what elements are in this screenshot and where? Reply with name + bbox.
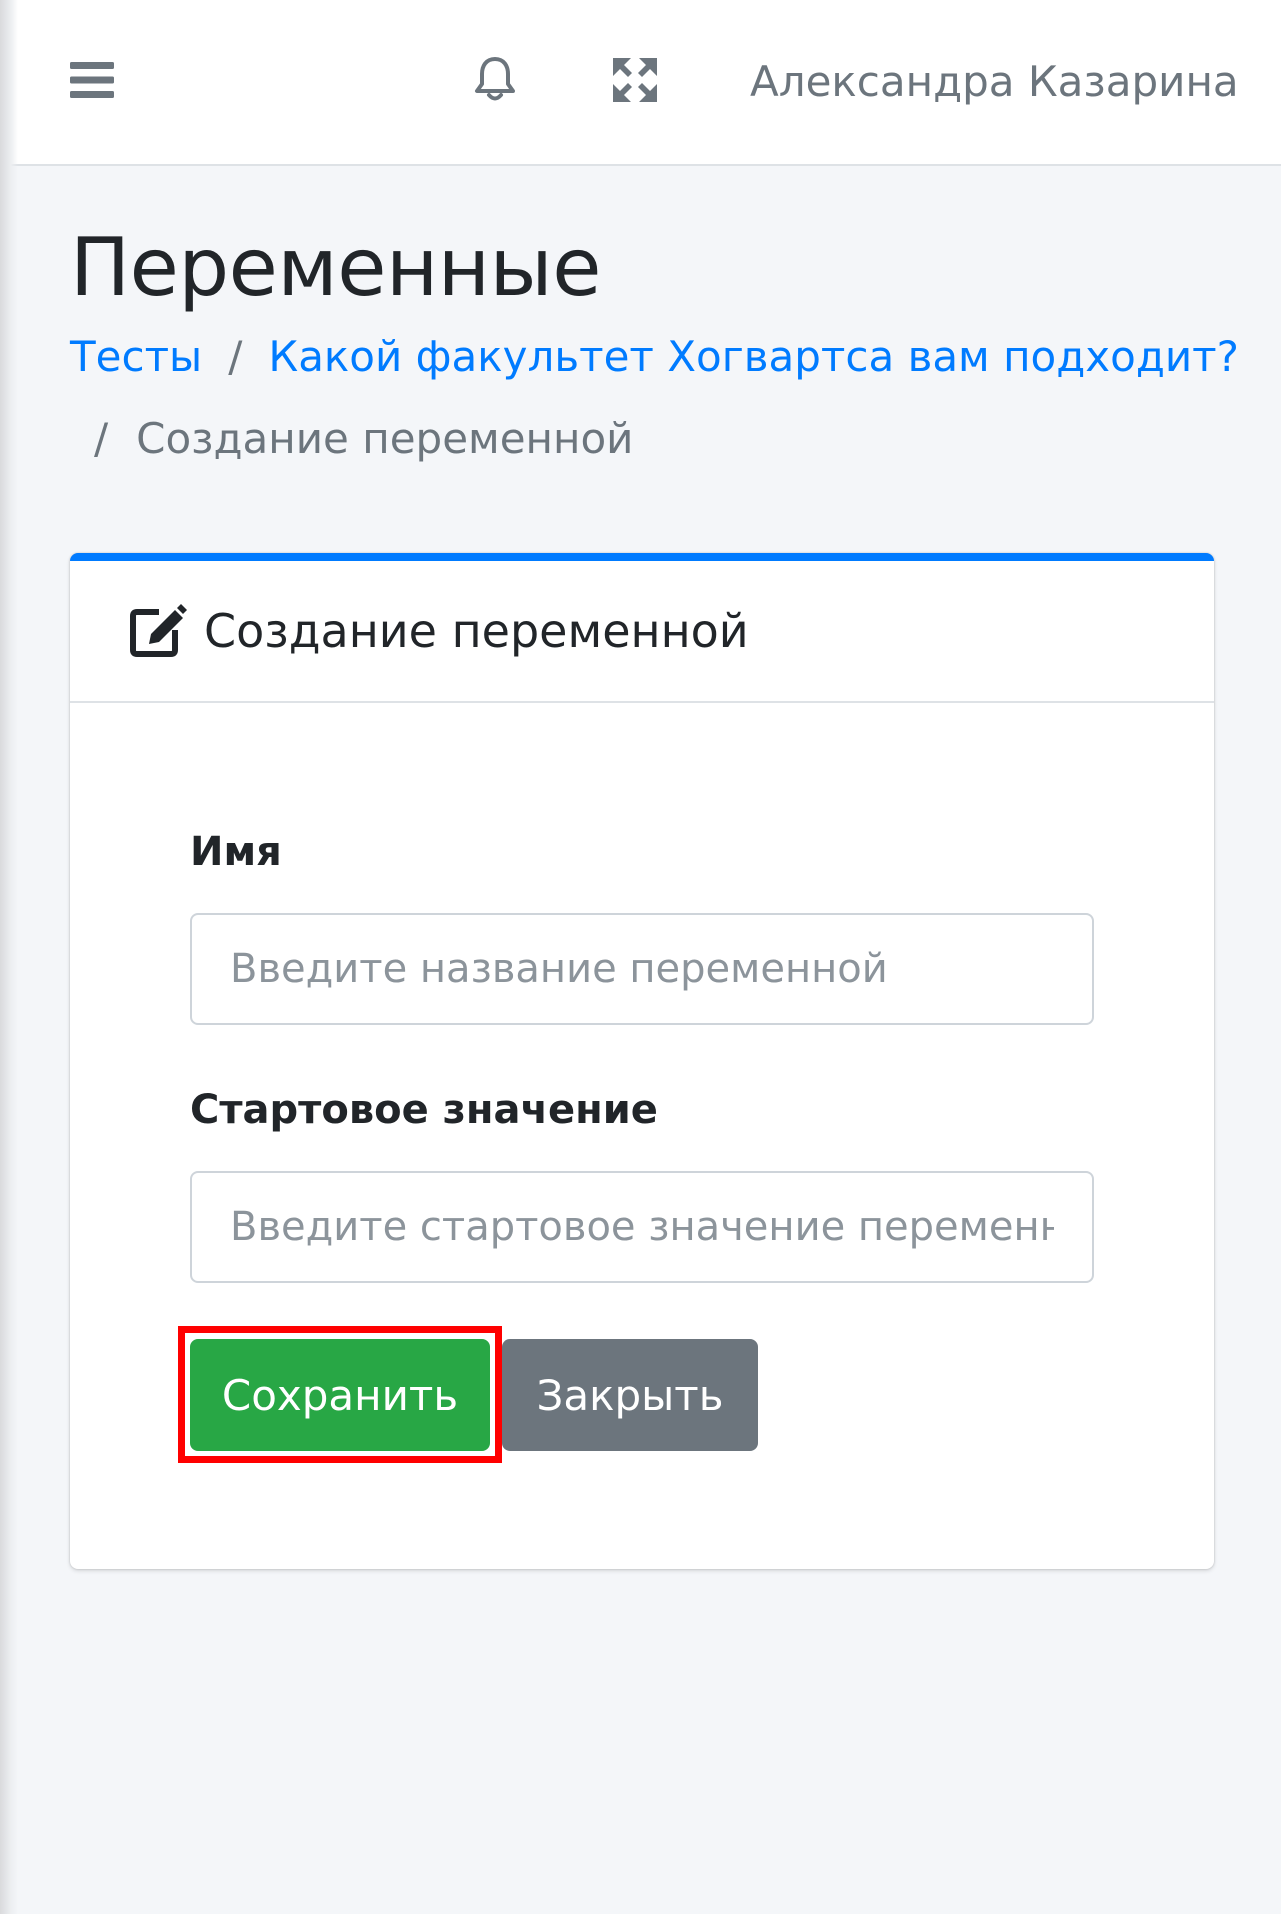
card-title: Создание переменной <box>204 604 749 658</box>
breadcrumb: Тесты / Какой факультет Хогвартса вам подх… <box>70 325 1239 471</box>
start-value-input[interactable] <box>190 1171 1094 1283</box>
variable-name-input[interactable] <box>190 913 1094 1025</box>
card-header: Создание переменной <box>70 561 1214 703</box>
create-variable-card: Создание переменной Имя Стартовое значен… <box>70 553 1214 1569</box>
start-value-label: Стартовое значение <box>190 1087 658 1133</box>
breadcrumb-separator: / <box>228 332 243 381</box>
expand-arrows-icon[interactable] <box>600 40 670 120</box>
sidebar-edge-shadow <box>0 0 18 1914</box>
breadcrumb-item-quiz[interactable]: Какой факультет Хогвартса вам подходит? <box>268 332 1239 381</box>
save-button[interactable]: Сохранить <box>190 1339 490 1451</box>
page-title: Переменные <box>70 221 601 314</box>
bell-icon[interactable] <box>462 40 528 120</box>
hamburger-icon[interactable] <box>60 40 124 120</box>
edit-square-icon <box>128 603 188 659</box>
breadcrumb-separator: / <box>94 414 109 463</box>
user-name-link[interactable]: Александра Казарина <box>750 50 1239 114</box>
close-button[interactable]: Закрыть <box>502 1339 758 1451</box>
top-navbar: Александра Казарина <box>0 0 1281 166</box>
name-label: Имя <box>190 829 282 875</box>
breadcrumb-item-current: Создание переменной <box>136 414 634 463</box>
breadcrumb-item-tests[interactable]: Тесты <box>70 332 202 381</box>
